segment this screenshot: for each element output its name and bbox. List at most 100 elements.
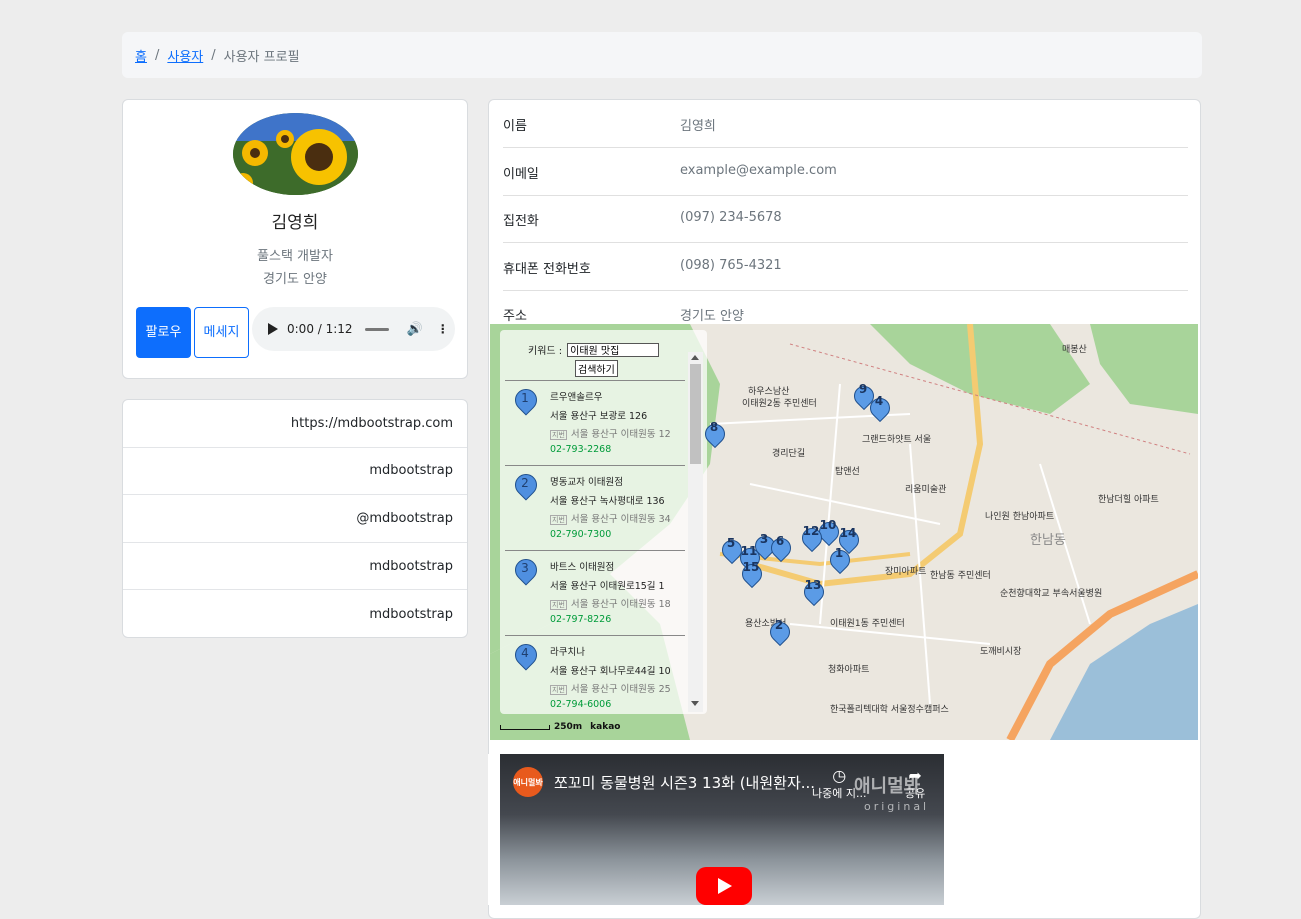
info-label: 이름 — [503, 119, 527, 134]
volume-icon[interactable]: 🔊 — [407, 322, 423, 337]
profile-role: 풀스택 개발자 — [257, 249, 333, 264]
link-item-facebook[interactable]: mdbootstrap — [123, 590, 467, 638]
place-address: 서울 용산구 녹사평대로 136 — [550, 496, 665, 507]
place-jibun-text: 서울 용산구 이태원동 18 — [570, 599, 671, 610]
more-vert-icon[interactable]: ⋮ — [437, 322, 449, 336]
audio-player[interactable]: 0:00 / 1:12 🔊 ⋮ — [252, 307, 455, 351]
info-value: 김영희 — [680, 119, 716, 134]
share-button[interactable]: ➦ 공유 — [905, 766, 925, 801]
jibun-tag: 지번 — [550, 685, 567, 695]
info-row-name: 이름 김영희 — [503, 100, 1188, 148]
jibun-tag: 지번 — [550, 430, 567, 440]
info-row-mobile: 휴대폰 전화번호 (098) 765-4321 — [503, 243, 1188, 291]
place-tel: 02-793-2268 — [550, 444, 612, 455]
place-tel: 02-790-7300 — [550, 529, 612, 540]
jibun-tag: 지번 — [550, 515, 567, 525]
place-name: 명동교자 이태원점 — [550, 477, 623, 488]
message-button[interactable]: 메세지 — [194, 307, 249, 358]
play-icon[interactable] — [268, 323, 278, 335]
breadcrumb-current: 사용자 프로필 — [223, 49, 300, 65]
link-item-website[interactable]: https://mdbootstrap.com — [123, 400, 467, 448]
keyword-row: 키워드 : — [528, 342, 660, 357]
link-item-instagram[interactable]: mdbootstrap — [123, 543, 467, 591]
place-tel: 02-797-8226 — [550, 614, 612, 625]
breadcrumb-separator: / — [154, 47, 160, 63]
links-list: https://mdbootstrap.com mdbootstrap @mdb… — [123, 400, 467, 638]
place-list: 1 르우앤솔르우 서울 용산구 보광로 126 지번 서울 용산구 이태원동 12… — [505, 380, 685, 714]
place-jibun-text: 서울 용산구 이태원동 25 — [570, 684, 671, 695]
list-item[interactable]: 2 명동교자 이태원점 서울 용산구 녹사평대로 136 지번 서울 용산구 이태… — [505, 465, 685, 550]
breadcrumb-users-link[interactable]: 사용자 — [167, 46, 203, 65]
info-value: 경기도 안양 — [680, 309, 744, 324]
links-card: https://mdbootstrap.com mdbootstrap @mdb… — [122, 399, 468, 638]
map-search-panel: 키워드 : 검색하기 1 르우앤솔르우 서울 용산구 보광로 126 지번서울 … — [500, 330, 707, 714]
map-brand: kakao — [590, 722, 621, 732]
video-frame[interactable]: 애니멀봐 쪼꼬미 동물병원 시즌3 13화 (내원환자... 애니멀봐 orig… — [500, 754, 944, 905]
info-row-home-phone: 집전화 (097) 234-5678 — [503, 195, 1188, 243]
info-label: 이메일 — [503, 167, 539, 182]
info-label: 휴대폰 전화번호 — [503, 262, 591, 277]
scroll-up-icon[interactable] — [691, 355, 699, 360]
breadcrumb-separator: / — [211, 47, 216, 63]
place-number: 4 — [521, 646, 529, 660]
info-value: (098) 765-4321 — [680, 258, 782, 273]
place-jibun: 지번 서울 용산구 이태원동 12 — [550, 426, 671, 440]
scroll-down-icon[interactable] — [691, 701, 699, 706]
list-scrollbar[interactable] — [688, 352, 703, 712]
sunflower-image — [233, 113, 358, 195]
profile-location: 경기도 안양 — [263, 272, 327, 287]
watch-later-label: 나중에 지... — [812, 787, 867, 800]
place-address: 서울 용산구 보광로 126 — [550, 411, 648, 422]
follow-button[interactable]: 팔로우 — [136, 307, 191, 358]
profile-card: 김영희 풀스택 개발자 경기도 안양 팔로우 메세지 0:00 / 1:12 🔊… — [122, 99, 468, 379]
avatar — [233, 113, 358, 195]
list-item[interactable]: 4 라쿠치나 서울 용산구 회나무로44길 10 지번 서울 용산구 이태원동 2… — [505, 635, 685, 714]
info-label: 집전화 — [503, 214, 539, 229]
breadcrumb: 홈 / 사용자 / 사용자 프로필 — [122, 32, 1202, 78]
info-value: (097) 234-5678 — [680, 210, 782, 225]
link-item-github[interactable]: mdbootstrap — [123, 448, 467, 496]
place-name: 바트스 이태원점 — [550, 562, 615, 573]
place-jibun-text: 서울 용산구 이태원동 34 — [570, 514, 671, 525]
scale-label: 250m — [554, 722, 583, 732]
place-tel: 02-794-6006 — [550, 699, 612, 710]
info-row-email: 이메일 example@example.com — [503, 148, 1188, 196]
audio-time: 0:00 / 1:12 — [287, 322, 353, 336]
place-number: 1 — [521, 391, 529, 405]
clock-icon: ◷ — [832, 766, 847, 785]
video-embed[interactable]: 애니멀봐 쪼꼬미 동물병원 시즌3 13화 (내원환자... 애니멀봐 orig… — [488, 754, 956, 905]
profile-name: 김영희 — [271, 213, 319, 233]
list-item[interactable]: 3 바트스 이태원점 서울 용산구 이태원로15길 1 지번 서울 용산구 이태원… — [505, 550, 685, 635]
place-name: 라쿠치나 — [550, 647, 585, 658]
map-scale: 250m kakao — [500, 722, 620, 732]
place-number: 3 — [521, 561, 529, 575]
place-jibun: 지번 서울 용산구 이태원동 34 — [550, 511, 671, 525]
place-jibun-text: 서울 용산구 이태원동 12 — [570, 429, 671, 440]
share-label: 공유 — [905, 787, 926, 800]
breadcrumb-home-link[interactable]: 홈 — [135, 46, 147, 65]
info-label: 주소 — [503, 309, 527, 324]
place-number: 2 — [521, 476, 529, 490]
place-address: 서울 용산구 이태원로15길 1 — [550, 581, 665, 592]
keyword-label: 키워드 : — [528, 346, 563, 357]
youtube-play-button[interactable] — [696, 867, 752, 905]
video-title[interactable]: 쪼꼬미 동물병원 시즌3 13화 (내원환자... — [554, 772, 815, 793]
scroll-thumb[interactable] — [690, 364, 701, 464]
place-name: 르우앤솔르우 — [550, 392, 603, 403]
scale-bar — [500, 724, 550, 730]
audio-progress-slider[interactable] — [364, 327, 389, 331]
place-jibun: 지번 서울 용산구 이태원동 25 — [550, 681, 671, 695]
link-item-twitter[interactable]: @mdbootstrap — [123, 495, 467, 543]
share-icon: ➦ — [908, 766, 922, 785]
keyword-input[interactable] — [567, 342, 660, 357]
place-address: 서울 용산구 회나무로44길 10 — [550, 666, 671, 677]
map[interactable]: 키워드 : 검색하기 1 르우앤솔르우 서울 용산구 보광로 126 지번서울 … — [490, 324, 1198, 740]
watch-later-button[interactable]: ◷ 나중에 지... — [812, 766, 866, 801]
search-button[interactable]: 검색하기 — [575, 360, 618, 377]
list-item[interactable]: 1 르우앤솔르우 서울 용산구 보광로 126 지번 서울 용산구 이태원동 12… — [505, 380, 685, 465]
place-jibun: 지번 서울 용산구 이태원동 18 — [550, 596, 671, 610]
info-value: example@example.com — [680, 163, 837, 178]
jibun-tag: 지번 — [550, 600, 567, 610]
channel-avatar[interactable]: 애니멀봐 — [513, 767, 543, 797]
video-logo-sub: original — [864, 800, 930, 813]
